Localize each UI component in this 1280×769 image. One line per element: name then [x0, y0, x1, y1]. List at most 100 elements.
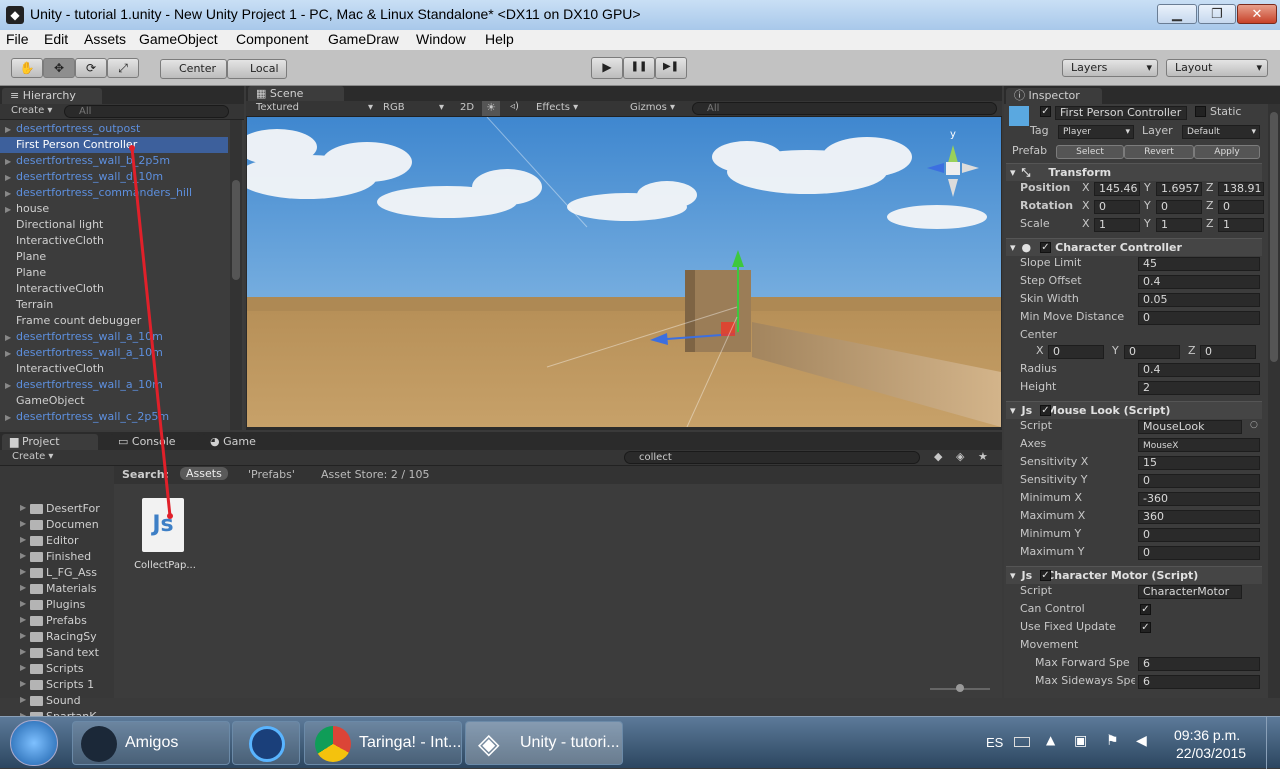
- folder-item[interactable]: DesertFor: [46, 502, 102, 515]
- menu-component[interactable]: Component: [236, 31, 308, 47]
- fold-arrow-icon[interactable]: ▶: [5, 381, 11, 390]
- tab-inspector[interactable]: ⓘ Inspector: [1006, 88, 1102, 104]
- layout-dropdown[interactable]: Layout ▾: [1166, 59, 1268, 77]
- fold-arrow-icon[interactable]: ▶: [5, 173, 11, 182]
- show-hidden-icons-icon[interactable]: ▲: [1046, 733, 1055, 747]
- fold-arrow-icon[interactable]: ▶: [5, 333, 11, 342]
- menu-gameobject[interactable]: GameObject: [139, 31, 218, 47]
- hierarchy-item[interactable]: desertfortress_wall_a_10m: [16, 329, 163, 345]
- action-center-flag-icon[interactable]: ⚑: [1106, 733, 1119, 749]
- vector-field-x[interactable]: 1: [1094, 218, 1140, 232]
- folder-item[interactable]: Materials: [46, 582, 102, 595]
- hierarchy-create-button[interactable]: Create ▾: [11, 105, 52, 116]
- fold-arrow-icon[interactable]: ▶: [5, 157, 11, 166]
- play-button[interactable]: ▶: [591, 57, 623, 79]
- fold-arrow-icon[interactable]: ▶: [5, 205, 11, 214]
- fold-arrow-icon[interactable]: ▶: [20, 583, 26, 592]
- tab-hierarchy[interactable]: ≡ Hierarchy: [2, 88, 102, 104]
- hierarchy-item[interactable]: Directional light: [16, 217, 103, 233]
- component-enabled-checkbox[interactable]: ✓: [1040, 405, 1051, 416]
- slider-thumb[interactable]: [956, 684, 964, 692]
- taskbar-unity[interactable]: ◈ Unity - tutori...: [465, 721, 623, 765]
- keyboard-icon[interactable]: [1014, 737, 1030, 747]
- component-enabled-checkbox[interactable]: ✓: [1040, 570, 1051, 581]
- clock-time[interactable]: 09:36 p.m.: [1174, 727, 1240, 743]
- component-enabled-checkbox[interactable]: ✓: [1040, 242, 1051, 253]
- vector-field-y[interactable]: 1: [1156, 218, 1202, 232]
- gizmos-dropdown[interactable]: Gizmos ▾: [630, 102, 675, 113]
- cc-field-value[interactable]: 0: [1138, 311, 1260, 325]
- filter-type-icon[interactable]: ◆: [934, 450, 942, 463]
- filter-prefabs[interactable]: 'Prefabs': [248, 468, 295, 481]
- menu-file[interactable]: File: [6, 31, 29, 47]
- cc-field-value[interactable]: 2: [1138, 381, 1260, 395]
- taskbar-media[interactable]: [232, 721, 300, 765]
- scale-tool-icon[interactable]: ⤢: [107, 58, 139, 78]
- mouse-look-header[interactable]: ▾ Js ✓ Mouse Look (Script): [1006, 401, 1262, 419]
- audio-toggle-icon[interactable]: ◃): [510, 101, 519, 112]
- minimize-button[interactable]: ▁: [1157, 4, 1197, 24]
- vector-field-x[interactable]: 0: [1094, 200, 1140, 214]
- maximize-button[interactable]: ❐: [1198, 4, 1236, 24]
- ml-field-value[interactable]: 360: [1138, 510, 1260, 524]
- space-local-toggle[interactable]: Local: [227, 59, 287, 79]
- filter-label-icon[interactable]: ◈: [956, 450, 964, 463]
- fold-arrow-icon[interactable]: ▶: [20, 535, 26, 544]
- menu-assets[interactable]: Assets: [84, 31, 126, 47]
- project-search-input[interactable]: collect: [624, 451, 920, 464]
- hierarchy-item[interactable]: First Person Controller: [0, 137, 228, 153]
- folder-item[interactable]: Plugins: [46, 598, 102, 611]
- filter-assets[interactable]: Assets: [180, 467, 228, 480]
- hierarchy-item[interactable]: Terrain: [16, 297, 53, 313]
- project-create-button[interactable]: Create ▾: [12, 451, 53, 462]
- tag-dropdown[interactable]: Player ▾: [1058, 125, 1134, 139]
- vector-field-x[interactable]: 145.46: [1094, 182, 1140, 196]
- hierarchy-item[interactable]: desertfortress_wall_b_2p5m: [16, 153, 170, 169]
- menu-window[interactable]: Window: [416, 31, 466, 47]
- fold-arrow-icon[interactable]: ▶: [20, 695, 26, 704]
- pause-button[interactable]: ❚❚: [623, 57, 655, 79]
- scene-search-input[interactable]: All: [692, 102, 997, 115]
- cc-field-value[interactable]: 0.05: [1138, 293, 1260, 307]
- hierarchy-item[interactable]: desertfortress_wall_c_2p5m: [16, 409, 169, 425]
- hierarchy-item[interactable]: InteractiveCloth: [16, 281, 104, 297]
- vector-field-z[interactable]: 138.91: [1218, 182, 1264, 196]
- vector-field-y[interactable]: 0: [1124, 345, 1180, 359]
- folder-item[interactable]: Sound: [46, 694, 102, 707]
- hierarchy-item[interactable]: desertfortress_wall_a_10m: [16, 377, 163, 393]
- vector-field-y[interactable]: 1.6957: [1156, 182, 1202, 196]
- show-desktop-button[interactable]: [1266, 717, 1280, 769]
- folder-item[interactable]: L_FG_Ass: [46, 566, 102, 579]
- ml-field-value[interactable]: 15: [1138, 456, 1260, 470]
- vector-field-y[interactable]: 0: [1156, 200, 1202, 214]
- fold-arrow-icon[interactable]: ▶: [20, 679, 26, 688]
- cc-field-value[interactable]: 45: [1138, 257, 1260, 271]
- step-button[interactable]: ▶❚: [655, 57, 687, 79]
- vector-field-z[interactable]: 0: [1200, 345, 1256, 359]
- ml-field-value[interactable]: -360: [1138, 492, 1260, 506]
- fixed-update-checkbox[interactable]: ✓: [1140, 622, 1151, 633]
- hierarchy-item[interactable]: desertfortress_commanders_hill: [16, 185, 192, 201]
- language-indicator[interactable]: ES: [986, 735, 1003, 750]
- hierarchy-scrollbar[interactable]: [230, 120, 242, 430]
- layer-dropdown[interactable]: Default ▾: [1182, 125, 1260, 139]
- ml-field-value[interactable]: 0: [1138, 474, 1260, 488]
- 2d-toggle[interactable]: 2D: [460, 102, 474, 113]
- volume-muted-icon[interactable]: ◀: [1136, 733, 1147, 749]
- object-picker-icon[interactable]: ○: [1250, 420, 1258, 430]
- hierarchy-item[interactable]: house: [16, 201, 49, 217]
- fold-arrow-icon[interactable]: ▶: [20, 647, 26, 656]
- move-tool-icon[interactable]: ✥: [43, 58, 75, 78]
- tab-console[interactable]: ▭ Console: [110, 434, 200, 450]
- tab-project[interactable]: ▆ Project: [2, 434, 98, 450]
- taskbar-chrome[interactable]: Taringa! - Int...: [304, 721, 462, 765]
- gizmo-x-handle[interactable]: [721, 322, 735, 336]
- menu-edit[interactable]: Edit: [44, 31, 68, 47]
- can-control-checkbox[interactable]: ✓: [1140, 604, 1151, 615]
- fold-arrow-icon[interactable]: ▶: [5, 189, 11, 198]
- folder-item[interactable]: Documen: [46, 518, 102, 531]
- folder-item[interactable]: Scripts 1: [46, 678, 102, 691]
- icon-size-slider[interactable]: [930, 684, 990, 692]
- transform-header[interactable]: ▾ ⤡ Transform: [1006, 163, 1262, 181]
- clock-date[interactable]: 22/03/2015: [1176, 745, 1246, 761]
